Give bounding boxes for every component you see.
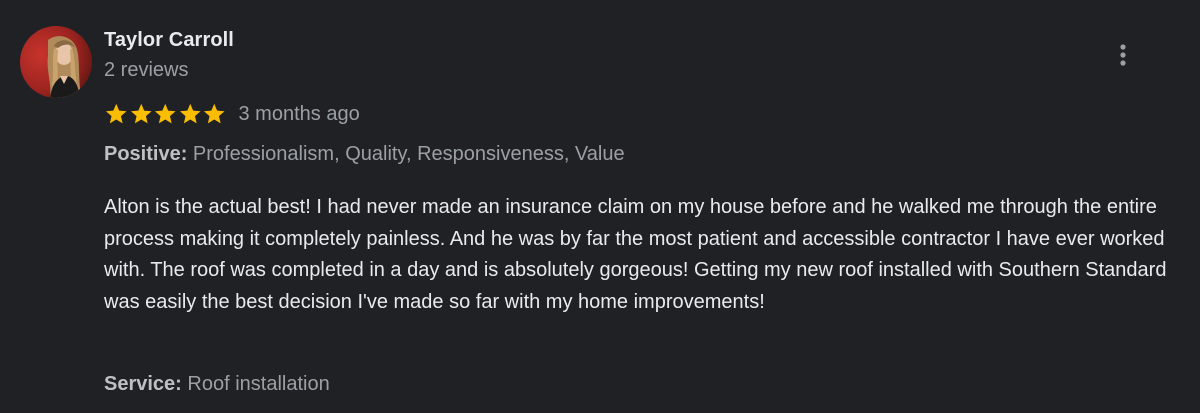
review-date: 3 months ago xyxy=(238,102,360,125)
more-options-button[interactable] xyxy=(1108,38,1138,72)
star-icon xyxy=(203,103,225,124)
avatar[interactable] xyxy=(20,26,92,98)
review-card: Taylor Carroll 2 reviews 3 months ago Po… xyxy=(0,0,1200,413)
reviewer-review-count[interactable]: 2 reviews xyxy=(104,59,188,82)
reviewer-name[interactable]: Taylor Carroll xyxy=(104,29,234,52)
star-icon xyxy=(130,103,152,124)
more-vert-icon xyxy=(1120,44,1126,66)
service-label: Service: xyxy=(104,373,182,395)
star-rating xyxy=(104,102,227,126)
positive-values: Professionalism, Quality, Responsiveness… xyxy=(187,143,625,165)
positive-label: Positive: xyxy=(104,143,188,165)
rating-row: 3 months ago xyxy=(104,100,360,128)
positive-aspects: Positive: Professionalism, Quality, Resp… xyxy=(104,143,625,166)
service-info: Service: Roof installation xyxy=(104,373,330,396)
star-icon xyxy=(154,103,176,124)
service-value: Roof installation xyxy=(181,373,330,395)
star-icon xyxy=(179,103,201,124)
user-photo-avatar-icon xyxy=(20,26,92,98)
star-icon xyxy=(105,103,127,124)
review-text: Alton is the actual best! I had never ma… xyxy=(104,196,1167,313)
